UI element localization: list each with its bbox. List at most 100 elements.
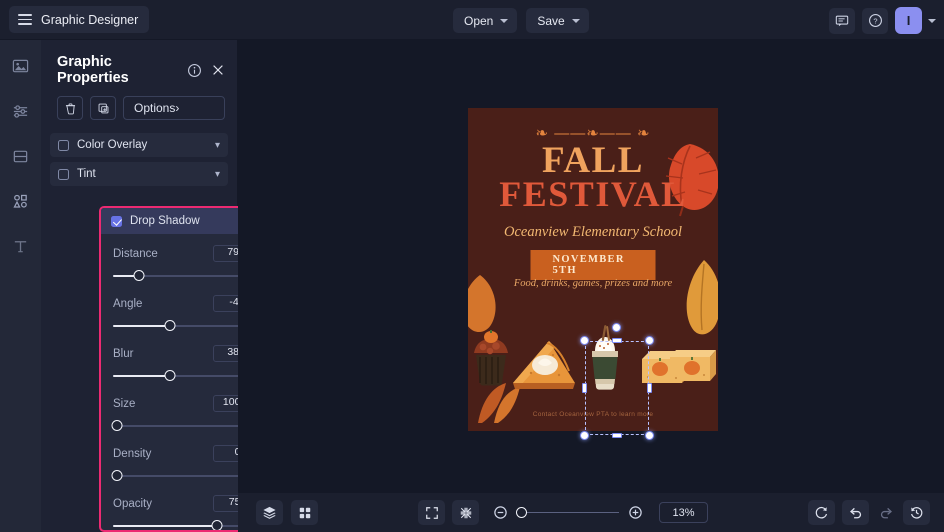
save-button[interactable]: Save — [526, 8, 588, 33]
avatar-initial: I — [907, 13, 911, 28]
control-label: Opacity — [113, 498, 213, 510]
slider-fill — [113, 325, 170, 327]
handle-top-left[interactable] — [580, 336, 589, 345]
undo-button[interactable] — [842, 500, 869, 525]
refresh-icon — [814, 505, 829, 520]
slider-knob[interactable] — [164, 370, 175, 381]
color-overlay-checkbox[interactable] — [58, 140, 69, 151]
help-button[interactable]: ? — [862, 8, 888, 34]
handle-middle-right[interactable] — [647, 383, 652, 393]
handle-top-center[interactable] — [612, 338, 622, 343]
poster-subtitle: Oceanview Elementary School — [468, 224, 718, 241]
chevron-down-icon: ▾ — [215, 140, 220, 151]
accordion-label: Tint — [77, 168, 215, 180]
angle-slider[interactable] — [113, 320, 255, 332]
control-label: Angle — [113, 298, 213, 310]
opacity-slider[interactable] — [113, 520, 255, 532]
poster-title-line2: FESTIVAL — [468, 178, 718, 211]
sidebar-item-layout[interactable] — [7, 142, 35, 170]
hamburger-icon[interactable] — [18, 14, 32, 25]
comment-icon — [835, 14, 849, 28]
left-tool-rail — [0, 40, 41, 532]
handle-top-right[interactable] — [645, 336, 654, 345]
delete-button[interactable] — [57, 96, 83, 120]
options-button[interactable]: Options › — [123, 96, 225, 120]
chevron-down-icon — [500, 19, 508, 23]
shrink-icon — [459, 506, 473, 520]
slider-track — [113, 475, 255, 477]
panel-header: Graphic Properties — [41, 40, 237, 96]
avatar[interactable]: I — [895, 7, 922, 34]
shrink-button[interactable] — [452, 500, 479, 525]
chevron-right-icon: › — [175, 101, 216, 115]
grid-button[interactable] — [291, 500, 318, 525]
redo-icon — [879, 505, 894, 520]
zoom-in-icon — [628, 505, 643, 520]
zoom-slider-knob[interactable] — [516, 507, 527, 518]
slider-fill — [113, 375, 170, 377]
blur-slider[interactable] — [113, 370, 255, 382]
control-density: Density 0 % — [113, 445, 255, 482]
handle-bottom-left[interactable] — [580, 431, 589, 440]
options-label: Options — [134, 101, 175, 115]
slider-knob[interactable] — [164, 320, 175, 331]
history-button[interactable] — [903, 500, 930, 525]
redo-button[interactable] — [874, 501, 898, 525]
cupcake-graphic — [468, 327, 514, 389]
drop-shadow-checkbox[interactable] — [111, 216, 122, 227]
accordion-color-overlay[interactable]: Color Overlay ▾ — [50, 133, 228, 157]
control-label: Density — [113, 448, 213, 460]
help-circle-icon: ? — [868, 13, 883, 28]
slider-knob[interactable] — [211, 520, 222, 531]
tint-checkbox[interactable] — [58, 169, 69, 180]
poster-title: FALL FESTIVAL — [468, 144, 718, 211]
close-panel-button[interactable] — [211, 63, 225, 77]
sidebar-item-image[interactable] — [7, 52, 35, 80]
account-chevron-down-icon[interactable] — [928, 19, 936, 23]
sidebar-item-adjustments[interactable] — [7, 97, 35, 125]
zoom-slider[interactable] — [516, 507, 619, 519]
refresh-button[interactable] — [808, 500, 835, 525]
graphic-properties-panel: Graphic Properties — [41, 40, 238, 532]
sidebar-item-text[interactable] — [7, 232, 35, 260]
info-button[interactable] — [187, 63, 202, 78]
shapes-icon — [12, 193, 29, 210]
handle-bottom-right[interactable] — [645, 431, 654, 440]
app-brand-button[interactable]: Graphic Designer — [9, 6, 149, 33]
history-icon — [909, 505, 924, 520]
canvas-stage[interactable]: ❧ ——❧—— ❧ FALL FESTIVAL Oceanview Elemen… — [238, 40, 944, 492]
zoom-in-button[interactable] — [623, 501, 647, 525]
poster-date-ribbon: NOVEMBER 5TH — [531, 250, 656, 280]
zoom-level-field[interactable]: 13% — [659, 502, 708, 523]
close-icon — [211, 63, 225, 77]
image-icon — [12, 58, 29, 75]
fit-screen-button[interactable] — [418, 500, 445, 525]
rotate-handle[interactable] — [612, 323, 621, 332]
density-slider[interactable] — [113, 470, 255, 482]
control-distance: Distance 79 px — [113, 245, 255, 282]
handle-middle-left[interactable] — [582, 383, 587, 393]
file-actions: Open Save — [453, 8, 589, 33]
open-button[interactable]: Open — [453, 8, 517, 33]
selection-overlay[interactable] — [585, 341, 649, 435]
duplicate-button[interactable] — [90, 96, 116, 120]
layers-button[interactable] — [256, 500, 283, 525]
accordion-label: Drop Shadow — [130, 215, 254, 227]
handle-bottom-center[interactable] — [612, 433, 622, 438]
sidebar-item-shapes[interactable] — [7, 187, 35, 215]
control-opacity: Opacity 75 % — [113, 495, 255, 532]
grid-icon — [298, 506, 312, 520]
slider-knob[interactable] — [112, 470, 123, 481]
bottom-toolbar: 13% — [238, 492, 944, 532]
slider-knob[interactable] — [112, 420, 123, 431]
zoom-out-button[interactable] — [488, 501, 512, 525]
distance-slider[interactable] — [113, 270, 255, 282]
accordion-tint[interactable]: Tint ▾ — [50, 162, 228, 186]
size-slider[interactable] — [113, 420, 255, 432]
comment-button[interactable] — [829, 8, 855, 34]
zoom-slider-track — [516, 512, 619, 514]
object-actions: Options › — [41, 96, 237, 120]
trash-icon — [64, 102, 77, 115]
slider-knob[interactable] — [133, 270, 144, 281]
pumpkin-pie-slice-graphic — [509, 333, 579, 391]
